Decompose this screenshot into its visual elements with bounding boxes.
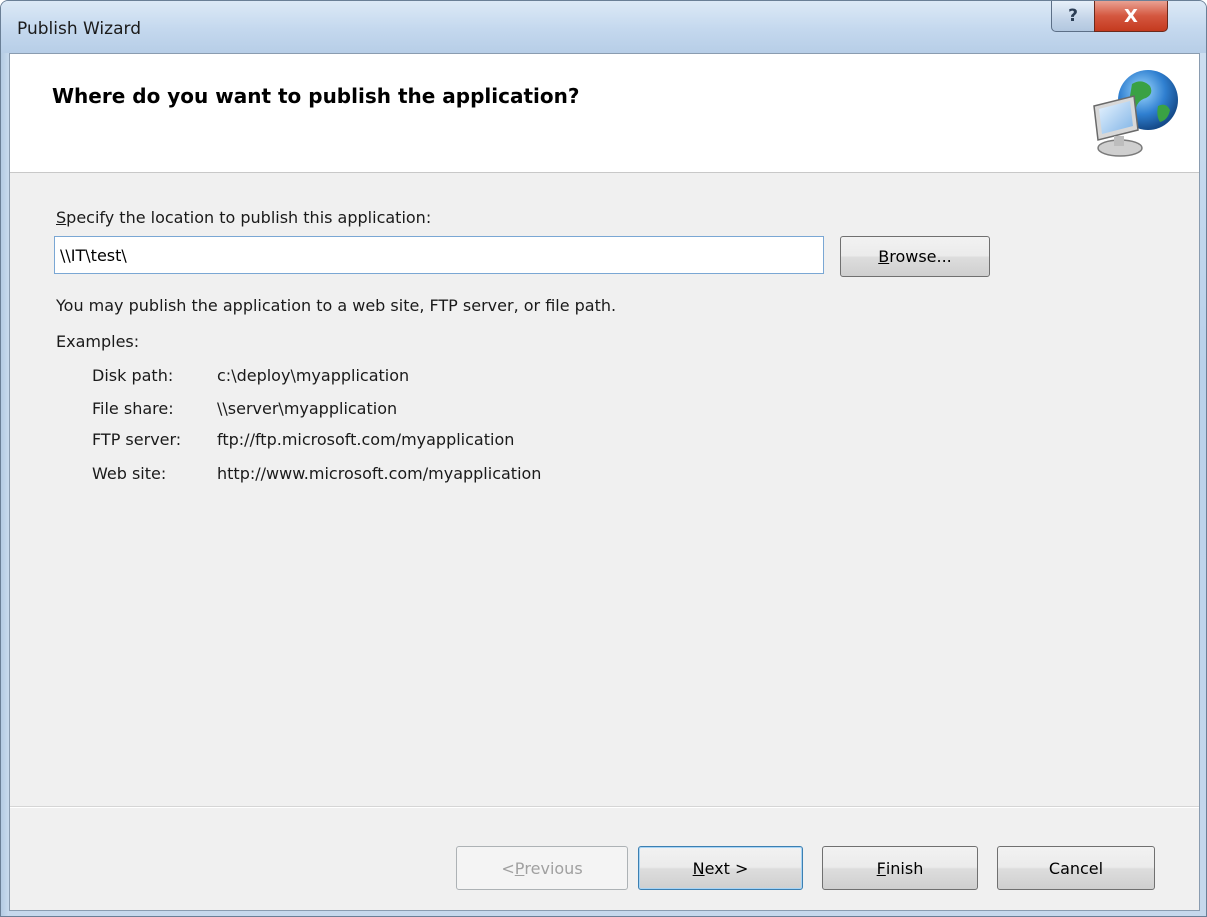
page-title: Where do you want to publish the applica… (52, 84, 580, 108)
finish-label: inish (885, 858, 924, 878)
location-input[interactable] (54, 236, 824, 274)
example-key: File share: (92, 399, 174, 418)
example-key: Disk path: (92, 366, 174, 385)
help-button[interactable]: ? (1051, 1, 1095, 32)
location-label: Specify the location to publish this app… (56, 208, 431, 227)
example-key: FTP server: (92, 430, 182, 449)
example-row: File share: \\server\myapplication (92, 399, 397, 418)
previous-button[interactable]: < Previous (456, 846, 628, 890)
previous-mnemonic: P (514, 858, 525, 878)
network-globe-icon (1093, 70, 1178, 157)
next-button[interactable]: Next > (638, 846, 803, 890)
example-value: ftp://ftp.microsoft.com/myapplication (217, 430, 515, 449)
example-value: http://www.microsoft.com/myapplication (217, 464, 542, 483)
example-row: Disk path: c:\deploy\myapplication (92, 366, 409, 385)
browse-button[interactable]: Browse... (840, 236, 990, 277)
wizard-header: Where do you want to publish the applica… (10, 54, 1199, 173)
previous-label: revious (524, 858, 583, 878)
example-row: FTP server: ftp://ftp.microsoft.com/myapp… (92, 430, 514, 449)
examples-label: Examples: (56, 332, 140, 351)
button-separator (10, 806, 1199, 808)
location-label-text: pecify the location to publish this appl… (66, 208, 432, 227)
cancel-label: Cancel (1048, 858, 1104, 878)
help-icon: ? (1068, 6, 1078, 26)
example-value: \\server\myapplication (217, 399, 398, 418)
finish-button[interactable]: Finish (822, 846, 978, 890)
wizard-client-area: Where do you want to publish the applica… (9, 53, 1200, 911)
location-label-mnemonic: S (56, 208, 67, 227)
close-button[interactable]: X (1094, 1, 1168, 32)
title-bar[interactable]: Publish Wizard ? X (1, 1, 1206, 53)
example-row: Web site: http://www.microsoft.com/myappl… (92, 464, 541, 483)
example-key: Web site: (92, 464, 167, 483)
publish-wizard-window: Publish Wizard ? X Where do you want to … (0, 0, 1207, 917)
browse-mnemonic: B (878, 247, 890, 266)
next-mnemonic: N (692, 858, 705, 878)
close-icon: X (1124, 5, 1138, 27)
window-title: Publish Wizard (17, 19, 141, 39)
browse-label: rowse... (889, 247, 952, 266)
previous-prefix: < (501, 858, 515, 878)
example-value: c:\deploy\myapplication (217, 366, 410, 385)
cancel-button[interactable]: Cancel (997, 846, 1155, 890)
window-frame-edge (1, 53, 9, 916)
info-text: You may publish the application to a web… (56, 296, 617, 315)
finish-mnemonic: F (876, 858, 886, 878)
next-label: ext > (704, 858, 749, 878)
